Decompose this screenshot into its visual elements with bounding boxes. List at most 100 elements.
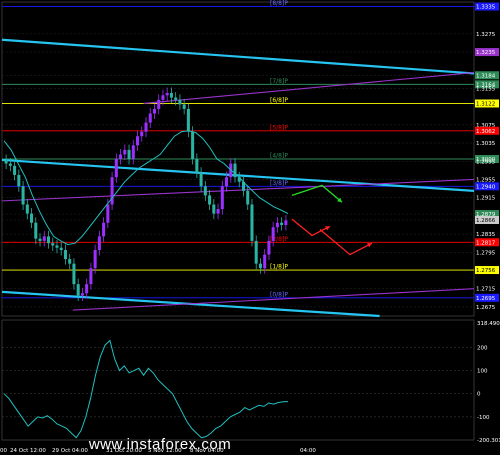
- candle-body: [220, 186, 224, 210]
- candle-body: [106, 204, 110, 223]
- price-label: 1.3062: [476, 129, 495, 135]
- candle-body: [119, 154, 123, 159]
- candle-body: [203, 186, 207, 196]
- candle-body: [136, 136, 140, 146]
- candle-body: [25, 204, 29, 214]
- price-label: 1.3235: [476, 50, 496, 56]
- candle-body: [85, 284, 89, 294]
- candle-body: [131, 145, 135, 159]
- price-label: 1.3184: [476, 73, 496, 79]
- candle-body: [114, 159, 118, 178]
- candle-body: [216, 209, 220, 214]
- candle-body: [178, 99, 182, 105]
- candle-body: [8, 163, 12, 166]
- candle-body: [199, 172, 203, 187]
- candle-body: [275, 222, 279, 228]
- candle-body: [280, 222, 284, 225]
- candle-body: [140, 131, 144, 137]
- candle-body: [174, 97, 178, 100]
- candle-body: [208, 195, 212, 205]
- candle-body: [233, 163, 237, 178]
- candle-body: [21, 186, 25, 205]
- watermark-text: www.instaforex.com: [88, 436, 232, 453]
- candle-body: [59, 247, 63, 251]
- moving-average-line: [3, 130, 289, 246]
- candle-body: [4, 159, 8, 164]
- price-label: 1.2995: [476, 159, 496, 165]
- candle-body: [102, 222, 106, 237]
- price-label: 1.2695: [476, 296, 496, 302]
- price-label: 1.2940: [476, 184, 496, 190]
- candle-body: [42, 236, 46, 241]
- murrey-level-label: [4/8]P: [270, 153, 288, 160]
- candle-body: [161, 95, 165, 100]
- candle-body: [267, 240, 271, 255]
- oscillator-tick-label: 0: [477, 392, 481, 398]
- price-label: 1.2756: [476, 268, 496, 274]
- candle-body: [263, 254, 267, 269]
- candle-body: [152, 108, 156, 114]
- candle-body: [93, 250, 97, 269]
- price-label: 1.2866: [476, 218, 496, 224]
- candle-body: [254, 240, 258, 264]
- candle-body: [165, 93, 169, 96]
- candle-body: [51, 243, 55, 246]
- candle-body: [186, 108, 190, 132]
- candle-body: [72, 263, 76, 285]
- candle-body: [148, 113, 152, 123]
- price-label: 1.3335: [476, 5, 496, 11]
- candle-body: [127, 149, 131, 159]
- price-label: 1.2817: [476, 240, 496, 246]
- candle-body: [212, 204, 216, 214]
- price-label: 1.2675: [476, 305, 496, 311]
- candle-body: [38, 238, 42, 241]
- murrey-level-label: [7/8]P: [270, 78, 288, 85]
- candle-body: [144, 122, 148, 132]
- candle-body: [55, 245, 59, 248]
- candle-body: [123, 149, 127, 155]
- murrey-level-label: [8/8]P: [270, 0, 288, 7]
- oscillator-tick-label: -200.301: [477, 438, 500, 444]
- murrey-level-label: [1/8]P: [270, 264, 288, 271]
- cci-line: [3, 339, 289, 439]
- murrey-level-label: [6/8]P: [270, 97, 288, 104]
- candle-body: [258, 263, 262, 269]
- candle-body: [169, 93, 173, 98]
- candle-body: [76, 284, 80, 296]
- candle-body: [68, 259, 72, 264]
- price-label: 1.3155: [476, 86, 496, 92]
- candle-body: [89, 268, 93, 285]
- price-label: 1.3275: [476, 32, 496, 38]
- oscillator-tick-label: 100: [477, 369, 488, 375]
- candle-body: [30, 213, 34, 223]
- murrey-level-label: [0/8]P: [270, 291, 288, 298]
- trend-line: [143, 71, 475, 105]
- candle-body: [17, 174, 21, 187]
- oscillator-tick-label: 318.4907: [477, 321, 500, 327]
- candle-body: [34, 222, 38, 239]
- trend-line: [1, 38, 475, 75]
- candle-body: [46, 236, 51, 244]
- candle-body: [284, 220, 288, 225]
- price-label: 1.2835: [476, 232, 496, 238]
- candle-body: [246, 190, 250, 205]
- chart-window: 1.3335 1.3275 1.3235 1.3184 1.3164 1.3155 1.31…: [0, 0, 500, 455]
- oscillator-tick-label: -100: [477, 415, 490, 421]
- candle-body: [13, 165, 17, 175]
- candle-body: [182, 104, 186, 109]
- candle-body: [63, 250, 67, 260]
- price-label: 1.3122: [476, 101, 495, 107]
- candle-body: [110, 177, 114, 205]
- murrey-level-label: [3/8]P: [270, 180, 288, 187]
- price-label: 1.2795: [476, 250, 496, 256]
- price-label: 1.2915: [476, 196, 496, 202]
- candle-body: [80, 293, 84, 296]
- candle-body: [191, 131, 195, 159]
- oscillator-panel-frame: [1, 319, 475, 441]
- price-label: 1.2715: [476, 287, 496, 293]
- candle-body: [97, 236, 101, 251]
- price-label: 1.3035: [476, 141, 496, 147]
- candle-body: [157, 99, 161, 109]
- oscillator-tick-label: 200: [477, 345, 488, 351]
- candle-body: [195, 159, 199, 173]
